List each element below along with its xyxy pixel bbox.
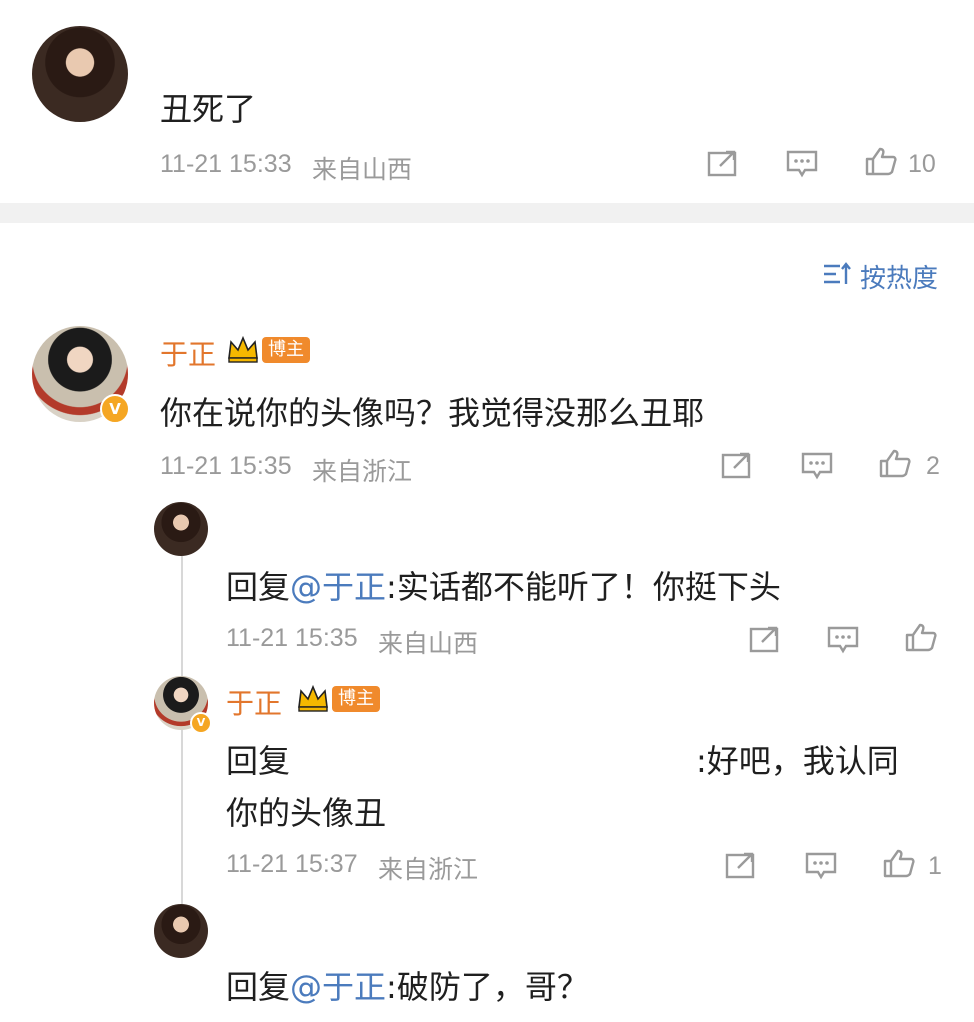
- reply-time: 11-21 15:35: [226, 624, 358, 652]
- reply-location: 来自浙江: [378, 856, 479, 884]
- comment-icon[interactable]: [800, 450, 834, 480]
- comment-time: 11-21 15:35: [160, 452, 292, 480]
- share-icon[interactable]: [720, 450, 754, 480]
- reply-prefix: 回复: [226, 742, 291, 780]
- comment-icon[interactable]: [785, 148, 819, 178]
- author-name[interactable]: 于正: [160, 333, 216, 373]
- reply-time: 11-21 15:37: [226, 850, 358, 878]
- blogger-badge: 博主: [262, 337, 310, 363]
- like-count: 2: [926, 452, 940, 480]
- like-icon[interactable]: [904, 622, 938, 652]
- share-icon[interactable]: [724, 850, 758, 880]
- reply-location: 来自山西: [378, 630, 479, 658]
- thread-line: [181, 556, 183, 906]
- share-icon[interactable]: [706, 148, 740, 178]
- reply-text: :好吧，我认同: [696, 742, 899, 780]
- author-name[interactable]: 于正: [226, 682, 282, 722]
- sort-icon[interactable]: [822, 260, 852, 288]
- like-icon[interactable]: [864, 146, 898, 176]
- reply-text-line2: 你的头像丑: [226, 794, 387, 832]
- like-icon[interactable]: [882, 848, 916, 878]
- blogger-badge: 博主: [332, 686, 380, 712]
- sort-button[interactable]: 按热度: [860, 258, 938, 295]
- section-divider: [0, 203, 974, 223]
- mention-link[interactable]: @于正: [290, 968, 386, 1006]
- reply-body: :实话都不能听了！你挺下头: [386, 568, 781, 606]
- avatar[interactable]: [154, 502, 208, 556]
- avatar[interactable]: [32, 26, 128, 122]
- mention-link[interactable]: @于正: [290, 568, 386, 606]
- reply-prefix: 回复: [226, 568, 291, 606]
- reply-body: :破防了，哥？: [386, 968, 589, 1006]
- crown-icon: [226, 334, 260, 364]
- share-icon[interactable]: [748, 624, 782, 654]
- verified-badge: V: [190, 712, 212, 734]
- comment-icon[interactable]: [804, 850, 838, 880]
- avatar[interactable]: [154, 904, 208, 958]
- reply-text: 回复@于正:破防了，哥？: [226, 962, 589, 1008]
- comment-icon[interactable]: [826, 624, 860, 654]
- reply-text: 回复@于正:实话都不能听了！你挺下头: [226, 562, 781, 608]
- comment-location: 来自山西: [312, 156, 413, 184]
- comment-text: 丑死了: [160, 90, 257, 128]
- like-count: 1: [928, 852, 942, 880]
- crown-icon: [296, 683, 330, 713]
- comment-location: 来自浙江: [312, 458, 413, 486]
- comment-time: 11-21 15:33: [160, 150, 292, 178]
- like-count: 10: [908, 150, 936, 178]
- like-icon[interactable]: [878, 448, 912, 478]
- reply-prefix: 回复: [226, 968, 291, 1006]
- comment-text: 你在说你的头像吗？我觉得没那么丑耶: [160, 394, 705, 432]
- verified-badge: V: [100, 394, 130, 424]
